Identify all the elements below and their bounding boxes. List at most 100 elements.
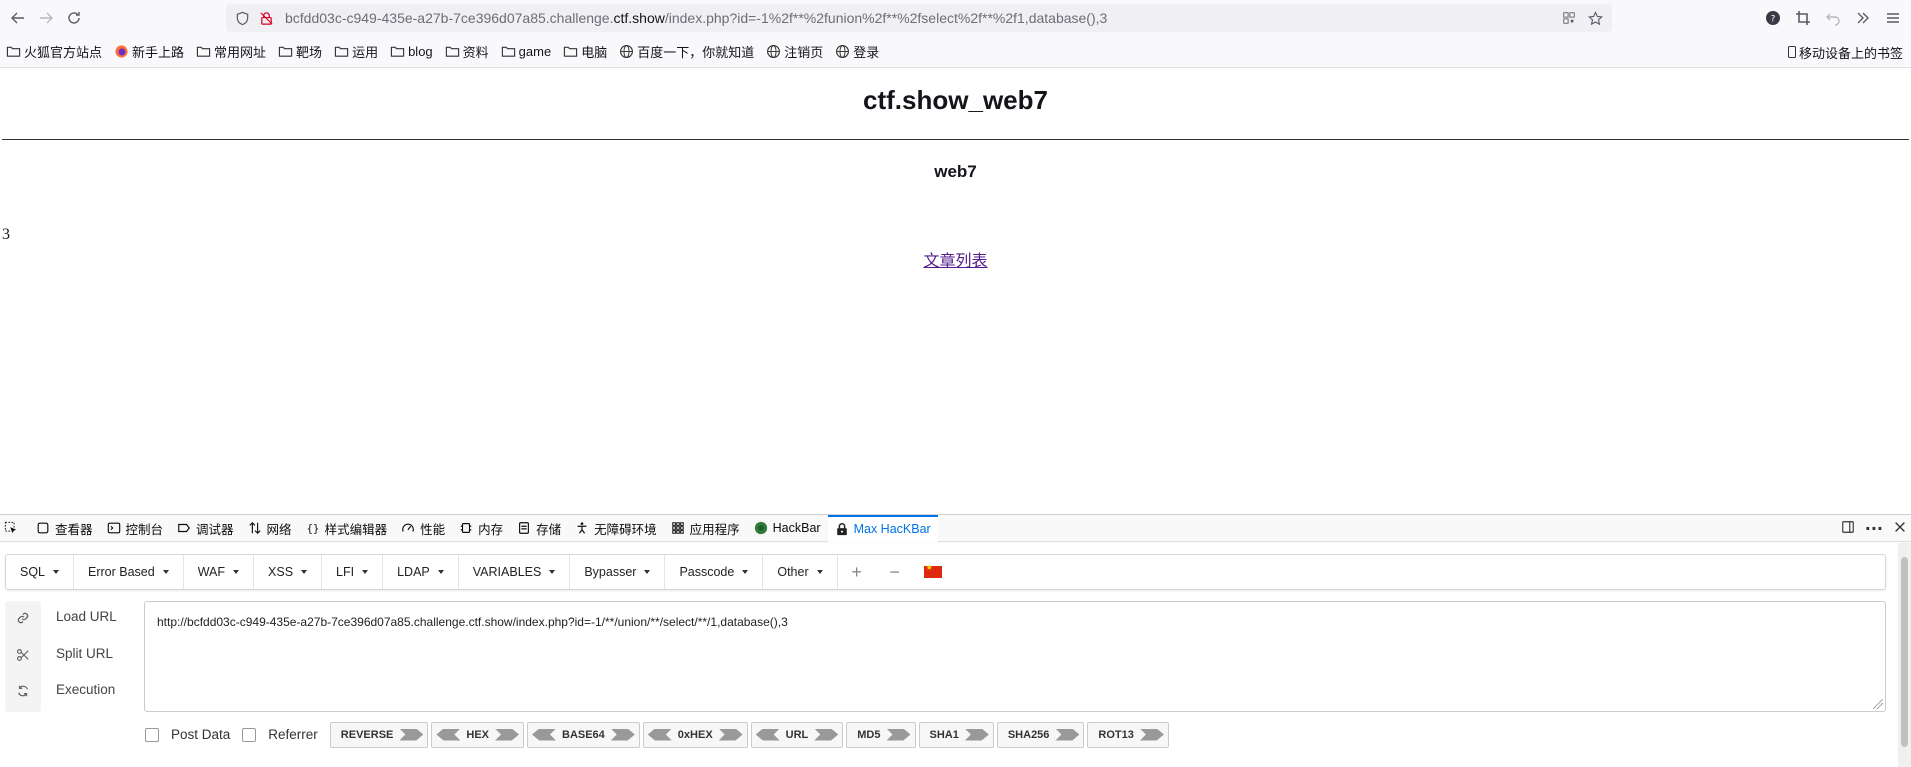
hackbar-menu-dropdown[interactable]: XSS bbox=[254, 555, 323, 589]
url-textarea[interactable]: http://bcfdd03c-c949-435e-a27b-7ce396d07… bbox=[144, 601, 1886, 712]
bookmark-item[interactable]: 火狐官方站点 bbox=[6, 42, 102, 61]
bookmark-item[interactable]: 电脑 bbox=[563, 42, 607, 61]
back-button[interactable] bbox=[4, 4, 32, 32]
devtools-tab[interactable]: 查看器 bbox=[29, 515, 100, 542]
crop-button[interactable] bbox=[1789, 4, 1817, 32]
encoder-button[interactable]: SHA1 bbox=[918, 721, 994, 748]
bookmark-item[interactable]: 登录 bbox=[835, 42, 879, 61]
encoder-button[interactable]: BASE64 bbox=[527, 721, 640, 748]
decode-arrow-icon[interactable] bbox=[532, 728, 556, 741]
encode-arrow-icon[interactable] bbox=[718, 728, 743, 741]
devtools-tab[interactable]: 性能 bbox=[394, 515, 452, 542]
forward-button[interactable] bbox=[32, 4, 60, 32]
hackbar-menu-dropdown[interactable]: Other bbox=[763, 555, 838, 589]
referrer-checkbox[interactable]: Referrer bbox=[242, 727, 318, 742]
encoder-button[interactable]: URL bbox=[750, 721, 844, 748]
devtools-scrollbar[interactable] bbox=[1898, 543, 1911, 767]
bookmark-item[interactable]: 资料 bbox=[445, 42, 489, 61]
hackbar-menu-dropdown[interactable]: SQL bbox=[6, 555, 75, 589]
decode-arrow-icon[interactable] bbox=[436, 728, 461, 741]
resize-handle[interactable] bbox=[1873, 699, 1883, 709]
url-bar[interactable]: bcfdd03c-c949-435e-a27b-7ce396d07a85.cha… bbox=[226, 4, 1612, 32]
encoder-button[interactable]: MD5 bbox=[846, 721, 916, 748]
dock-side-icon[interactable] bbox=[1841, 520, 1855, 538]
decode-arrow-icon[interactable] bbox=[647, 728, 672, 741]
encode-arrow-icon[interactable] bbox=[399, 728, 424, 741]
scrollbar-thumb[interactable] bbox=[1901, 557, 1908, 747]
devtools-tab[interactable]: 无障碍环境 bbox=[568, 515, 664, 542]
hackbar-menu-dropdown[interactable]: Error Based bbox=[74, 555, 184, 589]
shield-icon[interactable] bbox=[233, 9, 251, 27]
encode-arrow-icon[interactable] bbox=[886, 728, 911, 741]
performance-icon bbox=[401, 521, 420, 535]
encoder-button[interactable]: ROT13 bbox=[1087, 721, 1169, 748]
devtools-tab[interactable]: 调试器 bbox=[170, 515, 241, 542]
encode-arrow-icon[interactable] bbox=[964, 728, 989, 741]
encoder-button[interactable]: HEX bbox=[431, 721, 524, 748]
navigation-toolbar: bcfdd03c-c949-435e-a27b-7ce396d07a85.cha… bbox=[0, 0, 1911, 36]
reload-button[interactable] bbox=[60, 4, 88, 32]
bookmark-label: 新手上路 bbox=[132, 45, 185, 60]
devtools-tab[interactable]: Max HacKBar bbox=[827, 514, 938, 542]
devtools-tab[interactable]: {} 样式编辑器 bbox=[299, 515, 395, 542]
undo-button[interactable] bbox=[1819, 4, 1847, 32]
devtools-tab[interactable]: 控制台 bbox=[100, 515, 171, 542]
encoder-button[interactable]: 0xHEX bbox=[642, 721, 748, 748]
split-url-button[interactable]: Split URL bbox=[56, 646, 128, 661]
checkbox-box[interactable] bbox=[145, 727, 159, 742]
bookmark-label: 登录 bbox=[853, 45, 880, 60]
refresh-icon[interactable] bbox=[5, 681, 41, 701]
mobile-bookmarks[interactable]: 移动设备上的书签 bbox=[1787, 36, 1903, 68]
bookmark-item[interactable]: 新手上路 bbox=[114, 42, 184, 61]
scissors-icon[interactable] bbox=[5, 645, 41, 665]
hackbar-menu-dropdown[interactable]: VARIABLES bbox=[459, 555, 571, 589]
qr-code-icon[interactable] bbox=[1560, 9, 1578, 27]
hackbar-menu-dropdown[interactable]: Passcode bbox=[665, 555, 764, 589]
more-options-icon[interactable]: ··· bbox=[1865, 520, 1883, 536]
element-picker-button[interactable] bbox=[0, 515, 29, 542]
execution-button[interactable]: Execution bbox=[56, 682, 128, 697]
hackbar-menu-dropdown[interactable]: LDAP bbox=[383, 555, 459, 589]
bookmark-item[interactable]: 运用 bbox=[334, 42, 378, 61]
bookmark-item[interactable]: blog bbox=[390, 44, 433, 59]
close-devtools-icon[interactable] bbox=[1893, 520, 1907, 538]
encode-arrow-icon[interactable] bbox=[814, 728, 839, 741]
encode-arrow-icon[interactable] bbox=[1139, 728, 1164, 741]
bookmark-item[interactable]: 注销页 bbox=[766, 42, 823, 61]
hackbar-menu-dropdown[interactable]: Bypasser bbox=[570, 555, 666, 589]
encode-arrow-icon[interactable] bbox=[1055, 728, 1080, 741]
hackbar-menu-dropdown[interactable]: LFI bbox=[322, 555, 384, 589]
bookmark-item[interactable]: game bbox=[501, 44, 551, 59]
url-text[interactable]: bcfdd03c-c949-435e-a27b-7ce396d07a85.cha… bbox=[285, 10, 1107, 26]
devtools-tab[interactable]: 存储 bbox=[510, 515, 568, 542]
encoder-label: SHA1 bbox=[929, 728, 959, 741]
bookmark-item[interactable]: 常用网址 bbox=[196, 42, 266, 61]
bookmark-item[interactable]: 百度一下，你就知道 bbox=[619, 42, 754, 61]
load-url-button[interactable]: Load URL bbox=[56, 609, 128, 624]
insecure-lock-icon[interactable] bbox=[257, 9, 275, 27]
checkbox-box[interactable] bbox=[242, 727, 257, 742]
encoder-button[interactable]: REVERSE bbox=[329, 721, 429, 748]
devtools-tab[interactable]: 应用程序 bbox=[664, 515, 747, 542]
link-icon[interactable] bbox=[5, 608, 41, 628]
menu-button[interactable] bbox=[1879, 4, 1907, 32]
hackbar-menu-dropdown[interactable]: WAF bbox=[184, 555, 255, 589]
hackbar-panel: SQL Error Based WAF XSS LFI LDAP VARIABLES Bypa… bbox=[0, 543, 1911, 767]
post-data-checkbox[interactable]: Post Data bbox=[145, 727, 230, 742]
plus-icon[interactable]: + bbox=[838, 555, 876, 589]
encode-arrow-icon[interactable] bbox=[610, 728, 635, 741]
overflow-chevron-button[interactable] bbox=[1849, 4, 1877, 32]
language-flag-button[interactable] bbox=[914, 555, 952, 589]
hackbar-menu-bar: SQL Error Based WAF XSS LFI LDAP VARIABLES Bypa… bbox=[5, 554, 1886, 590]
encoder-button[interactable]: SHA256 bbox=[996, 721, 1085, 748]
extension-badge-button[interactable]: ? bbox=[1759, 4, 1787, 32]
devtools-tab[interactable]: HackBar bbox=[747, 515, 828, 542]
decode-arrow-icon[interactable] bbox=[755, 728, 780, 741]
bookmark-item[interactable]: 靶场 bbox=[278, 42, 322, 61]
bookmark-star-icon[interactable] bbox=[1586, 9, 1604, 27]
minus-icon[interactable]: − bbox=[876, 555, 914, 589]
encode-arrow-icon[interactable] bbox=[495, 728, 519, 741]
article-list-link[interactable]: 文章列表 bbox=[923, 253, 987, 270]
devtools-tab[interactable]: 网络 bbox=[241, 515, 299, 542]
devtools-tab[interactable]: 内存 bbox=[452, 515, 510, 542]
